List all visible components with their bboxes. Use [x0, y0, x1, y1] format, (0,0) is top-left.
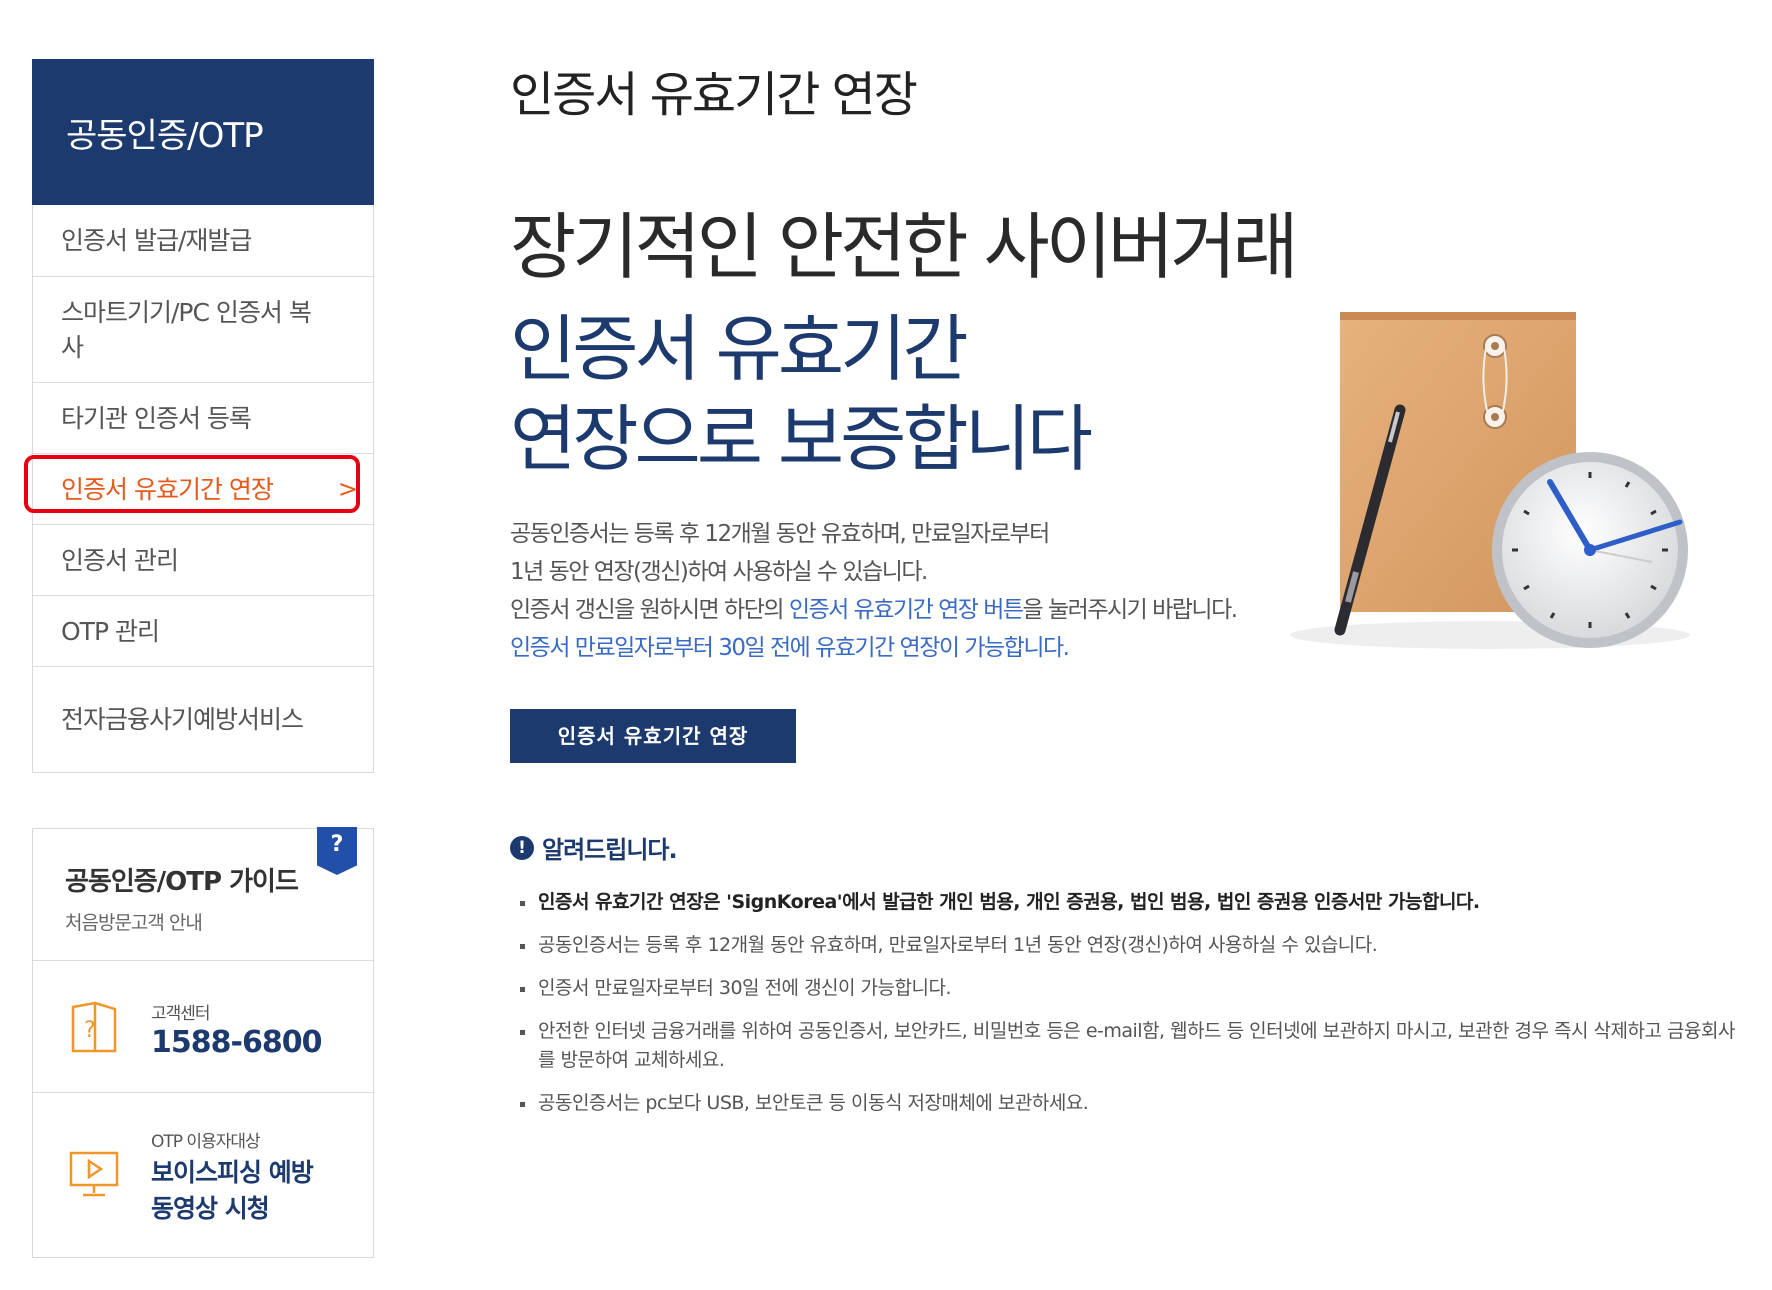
- video-section[interactable]: OTP 이용자대상 보이스피싱 예방 동영상 시청: [33, 1092, 373, 1257]
- exclamation-icon: !: [510, 835, 534, 860]
- hero-subheading: 연장으로 보증합니다: [510, 397, 1093, 481]
- support-section[interactable]: ? 고객센터 1588-6800: [33, 960, 373, 1092]
- guide-box: 공동인증/OTP 가이드 처음방문고객 안내 ? ? 고객센터 1588-680…: [32, 827, 374, 1258]
- notice-item: 공동인증서는 등록 후 12개월 동안 유효하며, 만료일자로부터 1년 동안 …: [520, 931, 1750, 960]
- description-line: 인증서 갱신을 원하시면 하단의 인증서 유효기간 연장 버튼을 눌러주시기 바…: [510, 591, 1239, 629]
- sidebar-item-other-cert[interactable]: 타기관 인증서 등록: [33, 382, 373, 453]
- notice-header: ! 알려드립니다.: [510, 830, 678, 865]
- sidebar-title: 공동인증/OTP: [66, 115, 264, 156]
- sidebar-item-label: 인증서 유효기간 연장: [61, 474, 274, 504]
- sidebar-item-label: 타기관 인증서 등록: [61, 403, 252, 433]
- notice-item: 인증서 유효기간 연장은 'SignKorea'에서 발급한 개인 범용, 개인…: [520, 888, 1750, 917]
- page-title: 인증서 유효기간 연장: [510, 67, 918, 123]
- guide-section[interactable]: 공동인증/OTP 가이드 처음방문고객 안내 ?: [33, 827, 373, 960]
- support-phone[interactable]: 1588-6800: [151, 1025, 322, 1060]
- sidebar: 공동인증/OTP 인증서 발급/재발급 스마트기기/PC 인증서 복사 타기관 …: [32, 59, 374, 773]
- sidebar-item-label: OTP 관리: [61, 616, 160, 646]
- description-line: 인증서 만료일자로부터 30일 전에 유효기간 연장이 가능합니다.: [510, 635, 1070, 661]
- notice-item: 공동인증서는 pc보다 USB, 보안토큰 등 이동식 저장매체에 보관하세요.: [520, 1089, 1750, 1118]
- notice-item: 안전한 인터넷 금융거래를 위하여 공동인증서, 보안카드, 비밀번호 등은 e…: [520, 1017, 1750, 1075]
- sidebar-item-cert-issue[interactable]: 인증서 발급/재발급: [33, 205, 373, 276]
- description-line: 1년 동안 연장(갱신)하여 사용하실 수 있습니다.: [510, 559, 928, 585]
- envelope-clock-illustration: [1290, 312, 1690, 649]
- notice-list: 인증서 유효기간 연장은 'SignKorea'에서 발급한 개인 범용, 개인…: [520, 888, 1750, 1132]
- renew-cert-button[interactable]: 인증서 유효기간 연장: [510, 709, 796, 763]
- description-text: 인증서 갱신을 원하시면 하단의: [510, 597, 789, 623]
- sidebar-item-label: 전자금융사기예방서비스: [61, 705, 304, 734]
- video-title-line1: 보이스피싱 예방: [151, 1158, 314, 1187]
- chevron-right-icon: >: [337, 474, 358, 503]
- sidebar-item-fraud-prevention[interactable]: 전자금융사기예방서비스: [33, 666, 373, 772]
- help-book-icon: ?: [71, 1001, 117, 1053]
- sidebar-item-label: 인증서 발급/재발급: [61, 226, 252, 255]
- description-text: 을 눌러주시기 바랍니다.: [1022, 597, 1239, 623]
- monitor-play-icon: [69, 1151, 119, 1197]
- sidebar-item-label: 인증서 관리: [61, 545, 179, 575]
- sidebar-item-cert-copy[interactable]: 스마트기기/PC 인증서 복사: [33, 276, 373, 382]
- sidebar-menu: 인증서 발급/재발급 스마트기기/PC 인증서 복사 타기관 인증서 등록 인증…: [32, 205, 374, 773]
- sidebar-header: 공동인증/OTP: [32, 59, 374, 205]
- sidebar-item-cert-renew[interactable]: 인증서 유효기간 연장 >: [33, 453, 373, 524]
- description-link-text: 인증서 유효기간 연장 버튼: [788, 597, 1024, 623]
- svg-text:?: ?: [84, 1018, 96, 1043]
- sidebar-item-otp-manage[interactable]: OTP 관리: [33, 595, 373, 666]
- description-line: 공동인증서는 등록 후 12개월 동안 유효하며, 만료일자로부터: [510, 521, 1050, 547]
- notice-title: 알려드립니다.: [542, 836, 678, 864]
- hero-heading: 장기적인 안전한 사이버거래: [510, 205, 1299, 289]
- sidebar-item-cert-manage[interactable]: 인증서 관리: [33, 524, 373, 595]
- support-label: 고객센터: [151, 1004, 211, 1024]
- description: 공동인증서는 등록 후 12개월 동안 유효하며, 만료일자로부터 1년 동안 …: [510, 515, 1239, 667]
- guide-subtitle: 처음방문고객 안내: [65, 912, 203, 934]
- video-label: OTP 이용자대상: [151, 1132, 261, 1152]
- notice-item: 인증서 만료일자로부터 30일 전에 갱신이 가능합니다.: [520, 974, 1750, 1003]
- question-icon[interactable]: ?: [317, 827, 357, 875]
- sidebar-item-label: 스마트기기/PC 인증서 복사: [61, 297, 312, 362]
- video-title-line2: 동영상 시청: [151, 1194, 270, 1223]
